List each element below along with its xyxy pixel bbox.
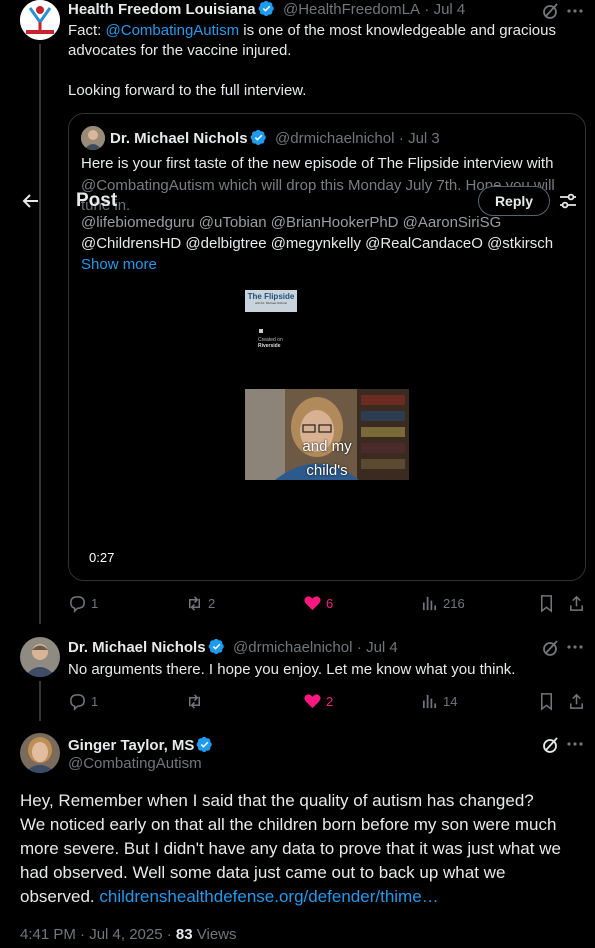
heart-filled-icon <box>304 694 321 709</box>
main-author: Ginger Taylor, MS <box>68 736 213 755</box>
repost-icon <box>188 596 201 611</box>
more-options-icon[interactable] <box>565 1 585 21</box>
reply-icon <box>70 596 85 613</box>
quote-author: Dr. Michael Nichols <box>110 130 248 147</box>
quote-line5: @ChildrensHD @delbigtree @megynkelly @Re… <box>81 235 554 252</box>
like-count: 2 <box>326 694 334 709</box>
tweet1-text: Fact: @CombatingAutism is one of the mos… <box>68 22 556 59</box>
verified-badge-icon <box>250 129 266 146</box>
bookmark-icon[interactable] <box>537 594 556 613</box>
video-time: 0:27 <box>89 550 115 565</box>
share-icon[interactable] <box>567 692 586 711</box>
tweet1-like-button[interactable]: 6 <box>303 594 333 613</box>
thread-line-1 <box>39 44 41 624</box>
views-icon <box>422 694 437 709</box>
share-icon[interactable] <box>567 594 586 613</box>
reply-icon <box>70 694 85 711</box>
repost-icon <box>188 694 201 709</box>
main-line4: had observed. Well some data just came o… <box>20 863 506 882</box>
caption-line2: child's <box>306 462 348 479</box>
main-handle[interactable]: @CombatingAutism <box>68 755 202 772</box>
tweet1-text2: Looking forward to the full interview. <box>68 82 307 99</box>
avatar-michael-nichols[interactable] <box>20 637 60 677</box>
verified-badge-icon <box>208 638 224 655</box>
main-line1: Hey, Remember when I said that the quali… <box>20 791 534 810</box>
tweet2-like-button[interactable]: 2 <box>303 692 333 711</box>
tweet1-author[interactable]: Health Freedom Louisiana <box>68 1 256 18</box>
tweet2-header: Dr. Michael Nichols @drmichaelnichol · J… <box>68 638 398 657</box>
tweet2-date[interactable]: · Jul 4 <box>357 639 398 656</box>
main-line5: observed. childrenshealthdefense.org/def… <box>20 887 439 906</box>
tweet1-header: Health Freedom Louisiana @HealthFreedomL… <box>68 0 465 19</box>
like-count: 6 <box>326 596 334 611</box>
more-options-icon[interactable] <box>565 734 585 754</box>
grok-icon[interactable] <box>541 638 561 658</box>
views-count: 216 <box>443 596 465 611</box>
adjust-settings-icon[interactable] <box>558 191 578 211</box>
tweet1-handle[interactable]: @HealthFreedomLA <box>283 1 420 18</box>
reply-button[interactable]: Reply <box>478 186 550 216</box>
avatar-health-freedom[interactable] <box>20 0 60 40</box>
tweet2-views-button[interactable]: 14 <box>420 692 457 711</box>
avatar-ginger-taylor[interactable] <box>20 733 60 773</box>
riverside-icon <box>259 329 263 333</box>
quote-handle: @drmichaelnichol <box>275 130 395 147</box>
main-meta: 4:41 PM · Jul 4, 2025 · 83 Views <box>20 926 237 943</box>
views-count: 14 <box>443 694 458 709</box>
verified-badge-icon <box>197 736 213 753</box>
reply-count: 1 <box>91 596 99 611</box>
bookmark-icon[interactable] <box>537 692 556 711</box>
slide-title: The Flipside <box>247 292 295 301</box>
avatar-michael-nichols-small <box>81 126 105 150</box>
video-slide-title-card: The Flipside with Dr. Michael Nichols <box>245 290 297 312</box>
mention-link[interactable]: @CombatingAutism <box>106 22 240 39</box>
quote-line4: @lifebiomedguru @uTobian @BrianHookerPhD… <box>81 214 502 231</box>
main-text: Hey, Remember when I said that the quali… <box>20 789 561 909</box>
article-link[interactable]: childrenshealthdefense.org/defender/thim… <box>99 887 438 906</box>
views-label: Views <box>192 926 237 943</box>
main-line2: We noticed early on that all the childre… <box>20 815 557 834</box>
reply-count: 1 <box>91 694 99 709</box>
show-more-link[interactable]: Show more <box>81 255 157 275</box>
grok-icon[interactable] <box>541 1 561 21</box>
views-icon <box>422 596 437 611</box>
tweet1-date[interactable]: · Jul 4 <box>424 1 465 18</box>
quote-line1: Here is your first taste of the new epis… <box>81 155 554 172</box>
riverside-label-2: Riverside <box>258 343 281 349</box>
quote-header: Dr. Michael Nichols @drmichaelnichol · J… <box>110 129 440 148</box>
tweet2-reply-button[interactable]: 1 <box>68 692 98 711</box>
views-count-bold: 83 <box>175 926 193 943</box>
tweet2-author[interactable]: Dr. Michael Nichols <box>68 639 206 656</box>
tweet2-text: No arguments there. I hope you enjoy. Le… <box>68 661 516 678</box>
main-line3: more severe. But I didn't have any data … <box>20 839 561 858</box>
post-timestamp[interactable]: 4:41 PM · Jul 4, 2025 · <box>20 926 176 943</box>
repost-count: 2 <box>208 596 216 611</box>
more-options-icon[interactable] <box>565 637 585 657</box>
header-title: Post <box>76 190 118 211</box>
thread-line-2 <box>39 681 41 721</box>
tweet1-repost-button[interactable]: 2 <box>185 594 215 613</box>
tweet2-repost-button[interactable] <box>185 692 208 711</box>
heart-filled-icon <box>304 596 321 611</box>
tweet2-handle[interactable]: @drmichaelnichol <box>233 639 352 656</box>
tweet1-views-button[interactable]: 216 <box>420 594 465 613</box>
quote-date: · Jul 3 <box>398 130 440 147</box>
verified-badge-icon <box>258 0 274 17</box>
tweet1-reply-button[interactable]: 1 <box>68 594 98 613</box>
slide-subtitle: with Dr. Michael Nichols <box>255 301 287 305</box>
caption-line1: and my <box>302 438 352 455</box>
main-author-name[interactable]: Ginger Taylor, MS <box>68 737 194 754</box>
back-arrow-icon[interactable] <box>21 191 41 211</box>
grok-icon[interactable] <box>541 735 561 755</box>
